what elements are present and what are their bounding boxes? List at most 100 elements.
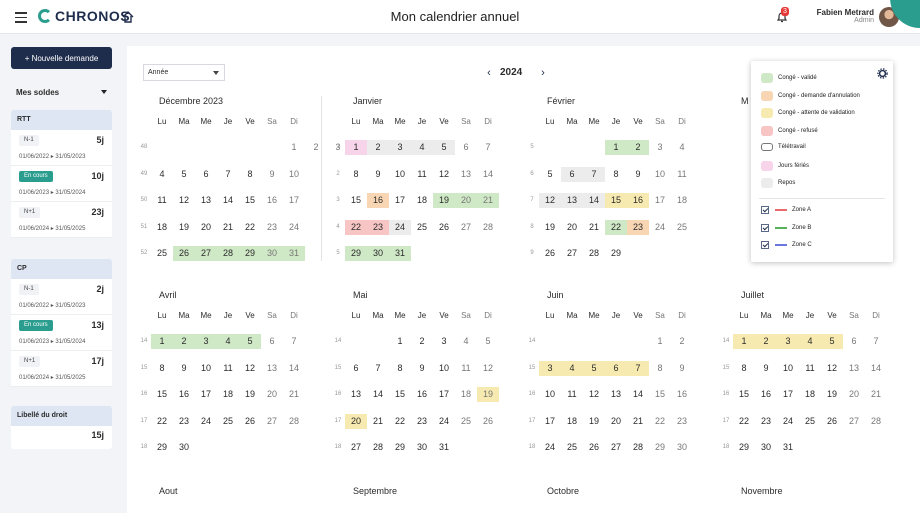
calendar-day[interactable]: 12	[539, 193, 561, 208]
balance-row[interactable]: N+1 17j 01/06/2024 ▸ 31/05/2025	[11, 351, 112, 387]
calendar-day[interactable]: 26	[539, 246, 561, 261]
calendar-day[interactable]: 1	[283, 140, 305, 155]
calendar-day[interactable]: 7	[367, 361, 389, 376]
calendar-day[interactable]: 19	[433, 193, 455, 208]
calendar-day[interactable]: 16	[755, 387, 777, 402]
calendar-day[interactable]: 26	[583, 440, 605, 455]
calendar-day[interactable]: 28	[865, 414, 887, 429]
calendar-day[interactable]: 14	[627, 387, 649, 402]
calendar-day[interactable]: 23	[755, 414, 777, 429]
calendar-day[interactable]: 6	[455, 140, 477, 155]
calendar-day[interactable]: 11	[217, 361, 239, 376]
zone-toggle[interactable]: Zone B	[761, 223, 811, 232]
calendar-day[interactable]: 14	[367, 387, 389, 402]
calendar-day[interactable]: 7	[217, 167, 239, 182]
calendar-day[interactable]: 18	[455, 387, 477, 402]
user-name[interactable]: Fabien Metrard	[817, 8, 874, 17]
calendar-day[interactable]: 15	[649, 387, 671, 402]
calendar-day[interactable]: 20	[561, 220, 583, 235]
calendar-day[interactable]: 4	[561, 360, 583, 376]
calendar-day[interactable]: 24	[649, 220, 671, 235]
calendar-day[interactable]: 20	[455, 193, 477, 208]
calendar-day[interactable]: 22	[239, 220, 261, 235]
calendar-day[interactable]: 3	[389, 140, 411, 155]
calendar-day[interactable]: 20	[195, 220, 217, 235]
calendar-day[interactable]: 17	[195, 387, 217, 402]
calendar-day[interactable]: 7	[865, 334, 887, 349]
calendar-day[interactable]: 12	[583, 387, 605, 402]
calendar-day[interactable]: 22	[389, 414, 411, 429]
calendar-day[interactable]: 18	[561, 414, 583, 429]
calendar-day[interactable]: 3	[649, 140, 671, 155]
zone-toggle[interactable]: Zone C	[761, 241, 812, 249]
calendar-day[interactable]: 18	[799, 387, 821, 402]
calendar-day[interactable]: 8	[345, 167, 367, 182]
calendar-day[interactable]: 25	[671, 220, 693, 235]
calendar-day[interactable]: 3	[433, 334, 455, 349]
calendar-day[interactable]: 31	[777, 440, 799, 455]
calendar-day[interactable]: 15	[239, 193, 261, 208]
calendar-day[interactable]: 25	[411, 220, 433, 235]
calendar-day[interactable]: 25	[455, 414, 477, 429]
calendar-day[interactable]: 8	[649, 361, 671, 376]
calendar-day[interactable]: 28	[583, 246, 605, 261]
calendar-day[interactable]: 4	[671, 140, 693, 155]
new-request-button[interactable]: + Nouvelle demande	[11, 47, 112, 69]
calendar-day[interactable]: 28	[367, 440, 389, 455]
calendar-day[interactable]: 20	[261, 387, 283, 402]
calendar-day[interactable]: 1	[151, 334, 173, 349]
calendar-day[interactable]: 8	[151, 361, 173, 376]
calendar-day[interactable]: 29	[389, 440, 411, 455]
calendar-day[interactable]: 4	[151, 167, 173, 182]
calendar-day[interactable]: 2	[755, 334, 777, 349]
calendar-day[interactable]: 26	[173, 246, 195, 261]
calendar-day[interactable]: 27	[261, 414, 283, 429]
zone-toggle[interactable]: Zone A	[761, 206, 811, 214]
calendar-day[interactable]: 13	[345, 387, 367, 402]
calendar-day[interactable]: 16	[411, 387, 433, 402]
calendar-day[interactable]: 18	[671, 193, 693, 208]
calendar-day[interactable]: 23	[261, 220, 283, 235]
calendar-day[interactable]: 26	[477, 414, 499, 429]
calendar-day[interactable]: 21	[627, 414, 649, 429]
calendar-day[interactable]: 29	[345, 246, 367, 261]
calendar-day[interactable]: 23	[367, 219, 389, 235]
calendar-day[interactable]: 29	[733, 440, 755, 455]
balance-row[interactable]: En cours 10j 01/06/2023 ▸ 31/05/2024	[11, 166, 112, 202]
calendar-day[interactable]: 2	[671, 334, 693, 349]
calendar-day[interactable]: 9	[627, 167, 649, 182]
calendar-day[interactable]: 14	[865, 361, 887, 376]
calendar-day[interactable]: 8	[605, 167, 627, 182]
balance-row[interactable]: N-1 2j 01/06/2022 ▸ 31/05/2023	[11, 279, 112, 315]
calendar-day[interactable]: 24	[283, 220, 305, 235]
calendar-day[interactable]: 5	[173, 167, 195, 182]
calendar-day[interactable]: 16	[261, 193, 283, 208]
calendar-day[interactable]: 2	[411, 334, 433, 349]
checkbox[interactable]	[761, 206, 769, 214]
calendar-day[interactable]: 13	[261, 361, 283, 376]
calendar-day[interactable]: 17	[283, 193, 305, 208]
calendar-day[interactable]: 27	[455, 220, 477, 235]
calendar-day[interactable]: 13	[843, 361, 865, 376]
calendar-day[interactable]: 6	[195, 167, 217, 182]
calendar-day[interactable]: 10	[195, 361, 217, 376]
calendar-day[interactable]: 20	[605, 414, 627, 429]
calendar-day[interactable]: 17	[649, 193, 671, 208]
calendar-day[interactable]: 2	[367, 140, 389, 155]
calendar-day[interactable]: 2	[305, 140, 327, 155]
checkbox[interactable]	[761, 223, 769, 232]
calendar-day[interactable]: 29	[151, 440, 173, 455]
calendar-day[interactable]: 19	[477, 387, 499, 402]
calendar-day[interactable]: 5	[583, 360, 605, 376]
calendar-day[interactable]: 24	[539, 440, 561, 455]
calendar-day[interactable]: 4	[217, 334, 239, 349]
calendar-day[interactable]: 30	[411, 440, 433, 455]
calendar-day[interactable]: 3	[539, 360, 561, 376]
calendar-day[interactable]: 15	[389, 387, 411, 402]
calendar-day[interactable]: 13	[605, 387, 627, 402]
calendar-day[interactable]: 4	[799, 334, 821, 349]
calendar-day[interactable]: 5	[433, 140, 455, 155]
calendar-day[interactable]: 19	[173, 220, 195, 235]
calendar-day[interactable]: 28	[217, 246, 239, 261]
calendar-day[interactable]: 22	[733, 414, 755, 429]
